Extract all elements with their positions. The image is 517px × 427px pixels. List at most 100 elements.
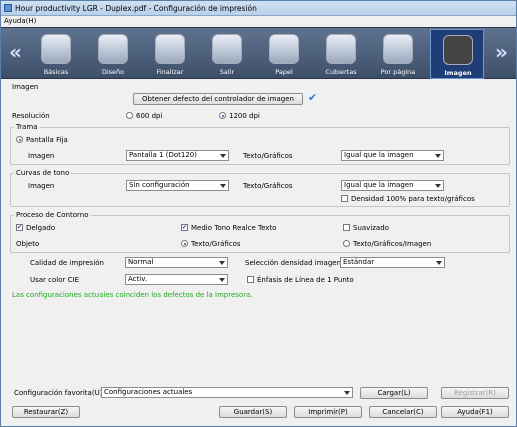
scroll-right-icon[interactable]: » xyxy=(495,40,508,64)
curvas-text-select[interactable]: Igual que la imagen xyxy=(341,180,444,191)
contorno-title: Proceso de Contorno xyxy=(14,211,91,219)
favorite-label: Configuración favorita(U) xyxy=(14,389,103,397)
curvas-image-select[interactable]: Sin configuración xyxy=(126,180,229,191)
print-button[interactable]: Imprimir(P) xyxy=(294,406,362,418)
default-driver-button[interactable]: Obtener defecto del controlador de image… xyxy=(133,93,303,105)
density-select[interactable]: Estándar xyxy=(340,257,445,268)
quality-select[interactable]: Normal xyxy=(125,257,228,268)
density-value: Estándar xyxy=(343,258,375,266)
halftone-checkbox[interactable]: ✔ xyxy=(181,224,188,231)
tab-label: Por página xyxy=(380,68,416,76)
scroll-left-icon[interactable]: « xyxy=(9,40,22,64)
smooth-checkbox[interactable] xyxy=(343,224,350,231)
diseno-icon xyxy=(98,34,128,64)
tab-imagen[interactable]: Imagen xyxy=(430,29,484,79)
trama-title: Trama xyxy=(14,123,40,131)
paper-icon xyxy=(269,34,299,64)
chevron-down-icon xyxy=(435,184,441,188)
obj-text-img-radio[interactable] xyxy=(343,240,350,247)
cover-icon xyxy=(326,34,356,64)
restore-button[interactable]: Restaurar(Z) xyxy=(12,406,80,418)
cie-select[interactable]: Activ. xyxy=(125,274,228,285)
density-label: Densidad 100% para texto/gráficos xyxy=(351,195,475,203)
halftone-label: Medio Tono Realce Texto xyxy=(191,224,277,232)
trama-image-value: Pantalla 1 (Dot120) xyxy=(129,151,197,159)
tab-por-pagina[interactable]: Por página xyxy=(371,29,425,79)
curvas-title: Curvas de tono xyxy=(14,169,72,177)
load-button[interactable]: Cargar(L) xyxy=(360,387,428,399)
imagen-group-title: Imagen xyxy=(12,83,39,91)
tab-finalizar[interactable]: Finalizar xyxy=(143,29,197,79)
density-select-label: Selección densidad imagen xyxy=(245,259,342,267)
cie-value: Activ. xyxy=(128,275,148,283)
chevron-down-icon xyxy=(435,154,441,158)
quality-value: Normal xyxy=(128,258,154,266)
bottom-bar: Configuración favorita(U) Configuracione… xyxy=(10,385,510,423)
curvas-text-label: Texto/Gráficos xyxy=(243,182,293,190)
tab-label: Imagen xyxy=(444,69,472,77)
per-page-icon xyxy=(383,34,413,64)
density-checkbox[interactable] xyxy=(341,195,348,202)
resolution-label: Resolución xyxy=(12,112,50,120)
obj-text-radio[interactable] xyxy=(181,240,188,247)
res-1200-radio[interactable] xyxy=(219,112,226,119)
favorite-select[interactable]: Configuraciones actuales xyxy=(101,387,353,398)
tab-cubiertas[interactable]: Cubiertas xyxy=(314,29,368,79)
tab-diseno[interactable]: Diseño xyxy=(86,29,140,79)
finalizar-icon xyxy=(155,34,185,64)
res-600-radio[interactable] xyxy=(126,112,133,119)
tab-label: Cubiertas xyxy=(325,68,357,76)
trama-text-label: Texto/Gráficos xyxy=(243,152,293,160)
obj-text-img-label: Texto/Gráficos/Imagen xyxy=(353,240,432,248)
tab-salir[interactable]: Salir xyxy=(200,29,254,79)
app-icon xyxy=(4,4,12,12)
tab-toolbar: « Básicas Diseño Finalizar Salir Papel C… xyxy=(1,27,516,79)
checkmark-icon: ✔ xyxy=(308,91,318,104)
menu-help[interactable]: Ayuda(H) xyxy=(4,17,36,25)
chevron-down-icon xyxy=(219,278,225,282)
tab-basicas[interactable]: Básicas xyxy=(29,29,83,79)
curvas-section: Curvas de tono Imagen Sin configuración … xyxy=(10,169,510,207)
tab-label: Básicas xyxy=(43,68,69,76)
salir-icon xyxy=(212,34,242,64)
status-message: Las configuraciones actuales coinciden l… xyxy=(12,291,253,299)
trama-image-select[interactable]: Pantalla 1 (Dot120) xyxy=(126,150,229,161)
object-label: Objeto xyxy=(16,240,40,248)
favorite-value: Configuraciones actuales xyxy=(104,388,193,396)
menu-bar: Ayuda(H) xyxy=(1,16,516,26)
help-button[interactable]: Ayuda(F1) xyxy=(441,406,509,418)
chevron-down-icon xyxy=(220,184,226,188)
fixed-screen-radio[interactable] xyxy=(16,136,23,143)
settings-panel: Imagen Obtener defecto del controlador d… xyxy=(10,83,510,383)
tab-papel[interactable]: Papel xyxy=(257,29,311,79)
chevron-down-icon xyxy=(220,154,226,158)
curvas-image-label: Imagen xyxy=(28,182,55,190)
chevron-down-icon xyxy=(344,391,350,395)
register-button[interactable]: Registrar(R) xyxy=(441,387,509,399)
save-button[interactable]: Guardar(S) xyxy=(219,406,287,418)
tab-label: Salir xyxy=(219,68,235,76)
smooth-label: Suavizado xyxy=(353,224,389,232)
emphasis-label: Énfasis de Línea de 1 Punto xyxy=(257,276,354,284)
res-1200-label: 1200 dpi xyxy=(229,112,260,120)
chevron-down-icon xyxy=(436,261,442,265)
trama-image-label: Imagen xyxy=(28,152,55,160)
window-title: Hour productivity LGR - Duplex.pdf - Con… xyxy=(15,4,257,13)
fixed-screen-label: Pantalla Fija xyxy=(26,136,68,144)
trama-text-value: Igual que la imagen xyxy=(344,151,414,159)
thin-label: Delgado xyxy=(26,224,56,232)
print-settings-window: Hour productivity LGR - Duplex.pdf - Con… xyxy=(0,0,517,427)
contorno-section: Proceso de Contorno ✔ Delgado ✔ Medio To… xyxy=(10,211,510,253)
tab-label: Papel xyxy=(275,68,293,76)
trama-section: Trama Pantalla Fija Imagen Pantalla 1 (D… xyxy=(10,123,510,165)
tab-label: Finalizar xyxy=(156,68,184,76)
cie-label: Usar color CIE xyxy=(30,276,79,284)
trama-text-select[interactable]: Igual que la imagen xyxy=(341,150,444,161)
emphasis-checkbox[interactable] xyxy=(247,276,254,283)
thin-checkbox[interactable]: ✔ xyxy=(16,224,23,231)
tab-label: Diseño xyxy=(101,68,125,76)
chevron-down-icon xyxy=(219,261,225,265)
cancel-button[interactable]: Cancelar(C) xyxy=(369,406,437,418)
res-600-label: 600 dpi xyxy=(136,112,163,120)
image-icon xyxy=(443,35,473,65)
